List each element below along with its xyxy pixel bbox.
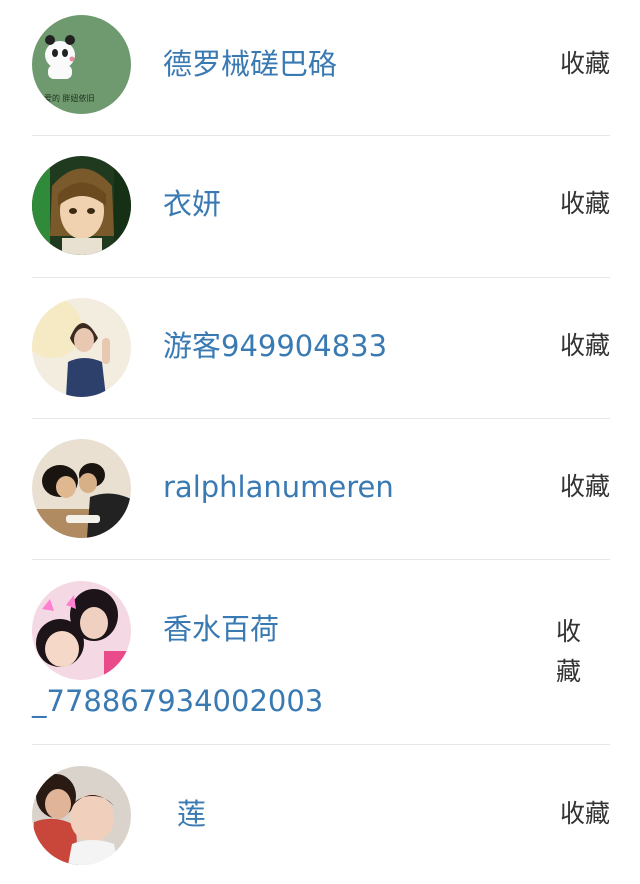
username[interactable]: 游客949904833 bbox=[163, 326, 387, 366]
favorite-button[interactable]: 收藏 bbox=[560, 467, 610, 507]
favorite-button[interactable]: 收藏 bbox=[560, 184, 610, 224]
favorite-button[interactable]: 收藏 bbox=[556, 612, 586, 692]
username[interactable]: 莲 bbox=[177, 794, 206, 834]
panda-avatar[interactable]: 爱的 胖妞依旧 bbox=[32, 15, 131, 114]
favorite-button[interactable]: 收藏 bbox=[560, 326, 610, 366]
avatar-caption: 爱的 胖妞依旧 bbox=[44, 94, 95, 103]
username[interactable]: 衣妍 bbox=[163, 184, 221, 224]
favorite-button[interactable]: 收藏 bbox=[560, 794, 610, 834]
family-avatar[interactable] bbox=[32, 766, 131, 865]
username[interactable]: 德罗械磋巴硌 bbox=[163, 44, 337, 84]
woman-avatar[interactable] bbox=[32, 298, 131, 397]
list-item[interactable]: 游客949904833 收藏 bbox=[32, 278, 610, 419]
kids-avatar[interactable] bbox=[32, 581, 131, 680]
list-item[interactable]: ralphlanumeren 收藏 bbox=[32, 419, 610, 560]
couple-avatar[interactable] bbox=[32, 439, 131, 538]
list-item[interactable]: 爱的 胖妞依旧 德罗械磋巴硌 收藏 bbox=[32, 0, 610, 136]
list-item[interactable]: 莲 收藏 bbox=[32, 745, 610, 884]
username[interactable]: 香水百荷 bbox=[163, 609, 279, 649]
anime-avatar[interactable] bbox=[32, 156, 131, 255]
list-item[interactable]: 香水百荷 _778867934002003 收藏 bbox=[32, 560, 610, 745]
list-item[interactable]: 衣妍 收藏 bbox=[32, 136, 610, 278]
username-continued[interactable]: _778867934002003 bbox=[32, 681, 323, 721]
favorite-button[interactable]: 收藏 bbox=[560, 44, 610, 84]
username[interactable]: ralphlanumeren bbox=[163, 467, 394, 507]
